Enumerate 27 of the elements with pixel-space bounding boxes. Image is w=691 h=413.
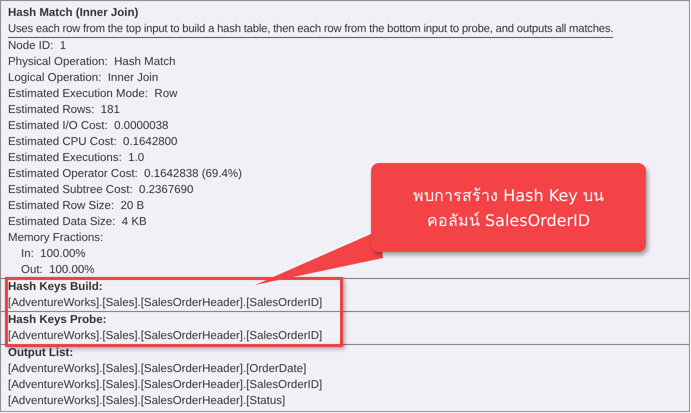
callout-text: พบการสร้าง Hash Key บน xyxy=(413,184,604,206)
property-text: Estimated Executions: 1.0 xyxy=(8,151,144,166)
property-text: Memory Fractions: xyxy=(8,231,104,246)
section-heading: Output List: xyxy=(8,346,74,361)
property-text: In: 100.00% xyxy=(21,247,86,262)
section-heading: Hash Keys Build: xyxy=(8,280,103,295)
column-reference: [AdventureWorks].[Sales].[SalesOrderHeader].[OrderDate] xyxy=(8,362,306,377)
column-reference: [AdventureWorks].[Sales].[SalesOrderHeader].[SalesOrderID] xyxy=(8,296,322,311)
property-text: Estimated I/O Cost: 0.0000038 xyxy=(8,119,168,134)
column-reference: [AdventureWorks].[Sales].[SalesOrderHeader].[SalesOrderID] xyxy=(8,378,322,393)
callout-text: คอลัมน์ SalesOrderID xyxy=(426,210,590,232)
property-text: Estimated Subtree Cost: 0.2367690 xyxy=(8,183,194,198)
property-text: Out: 100.00% xyxy=(21,263,95,278)
property-text: Physical Operation: Hash Match xyxy=(8,55,176,70)
column-reference: [AdventureWorks].[Sales].[SalesOrderHeader].[Status] xyxy=(8,394,286,409)
property-text: Estimated Operator Cost: 0.1642838 (69.4%) xyxy=(8,167,242,182)
section-heading: Hash Keys Probe: xyxy=(8,313,106,328)
property-text: Estimated Rows: 181 xyxy=(8,103,120,118)
property-text: Estimated Row Size: 20 B xyxy=(8,199,144,214)
operator-title: Hash Match (Inner Join) xyxy=(8,6,140,21)
property-text: Estimated Data Size: 4 KB xyxy=(8,215,147,230)
column-reference: [AdventureWorks].[Sales].[SalesOrderHeader].[SalesOrderID] xyxy=(8,329,322,344)
property-text: Node ID: 1 xyxy=(8,39,66,54)
property-text: Estimated CPU Cost: 0.1642800 xyxy=(8,135,178,150)
property-text: Logical Operation: Inner Join xyxy=(8,71,158,86)
property-text: Estimated Execution Mode: Row xyxy=(8,87,178,102)
operator-description: Uses each row from the top input to build a hash table, then each row from the bottom input to probe, and outputs all matches. xyxy=(8,21,614,38)
